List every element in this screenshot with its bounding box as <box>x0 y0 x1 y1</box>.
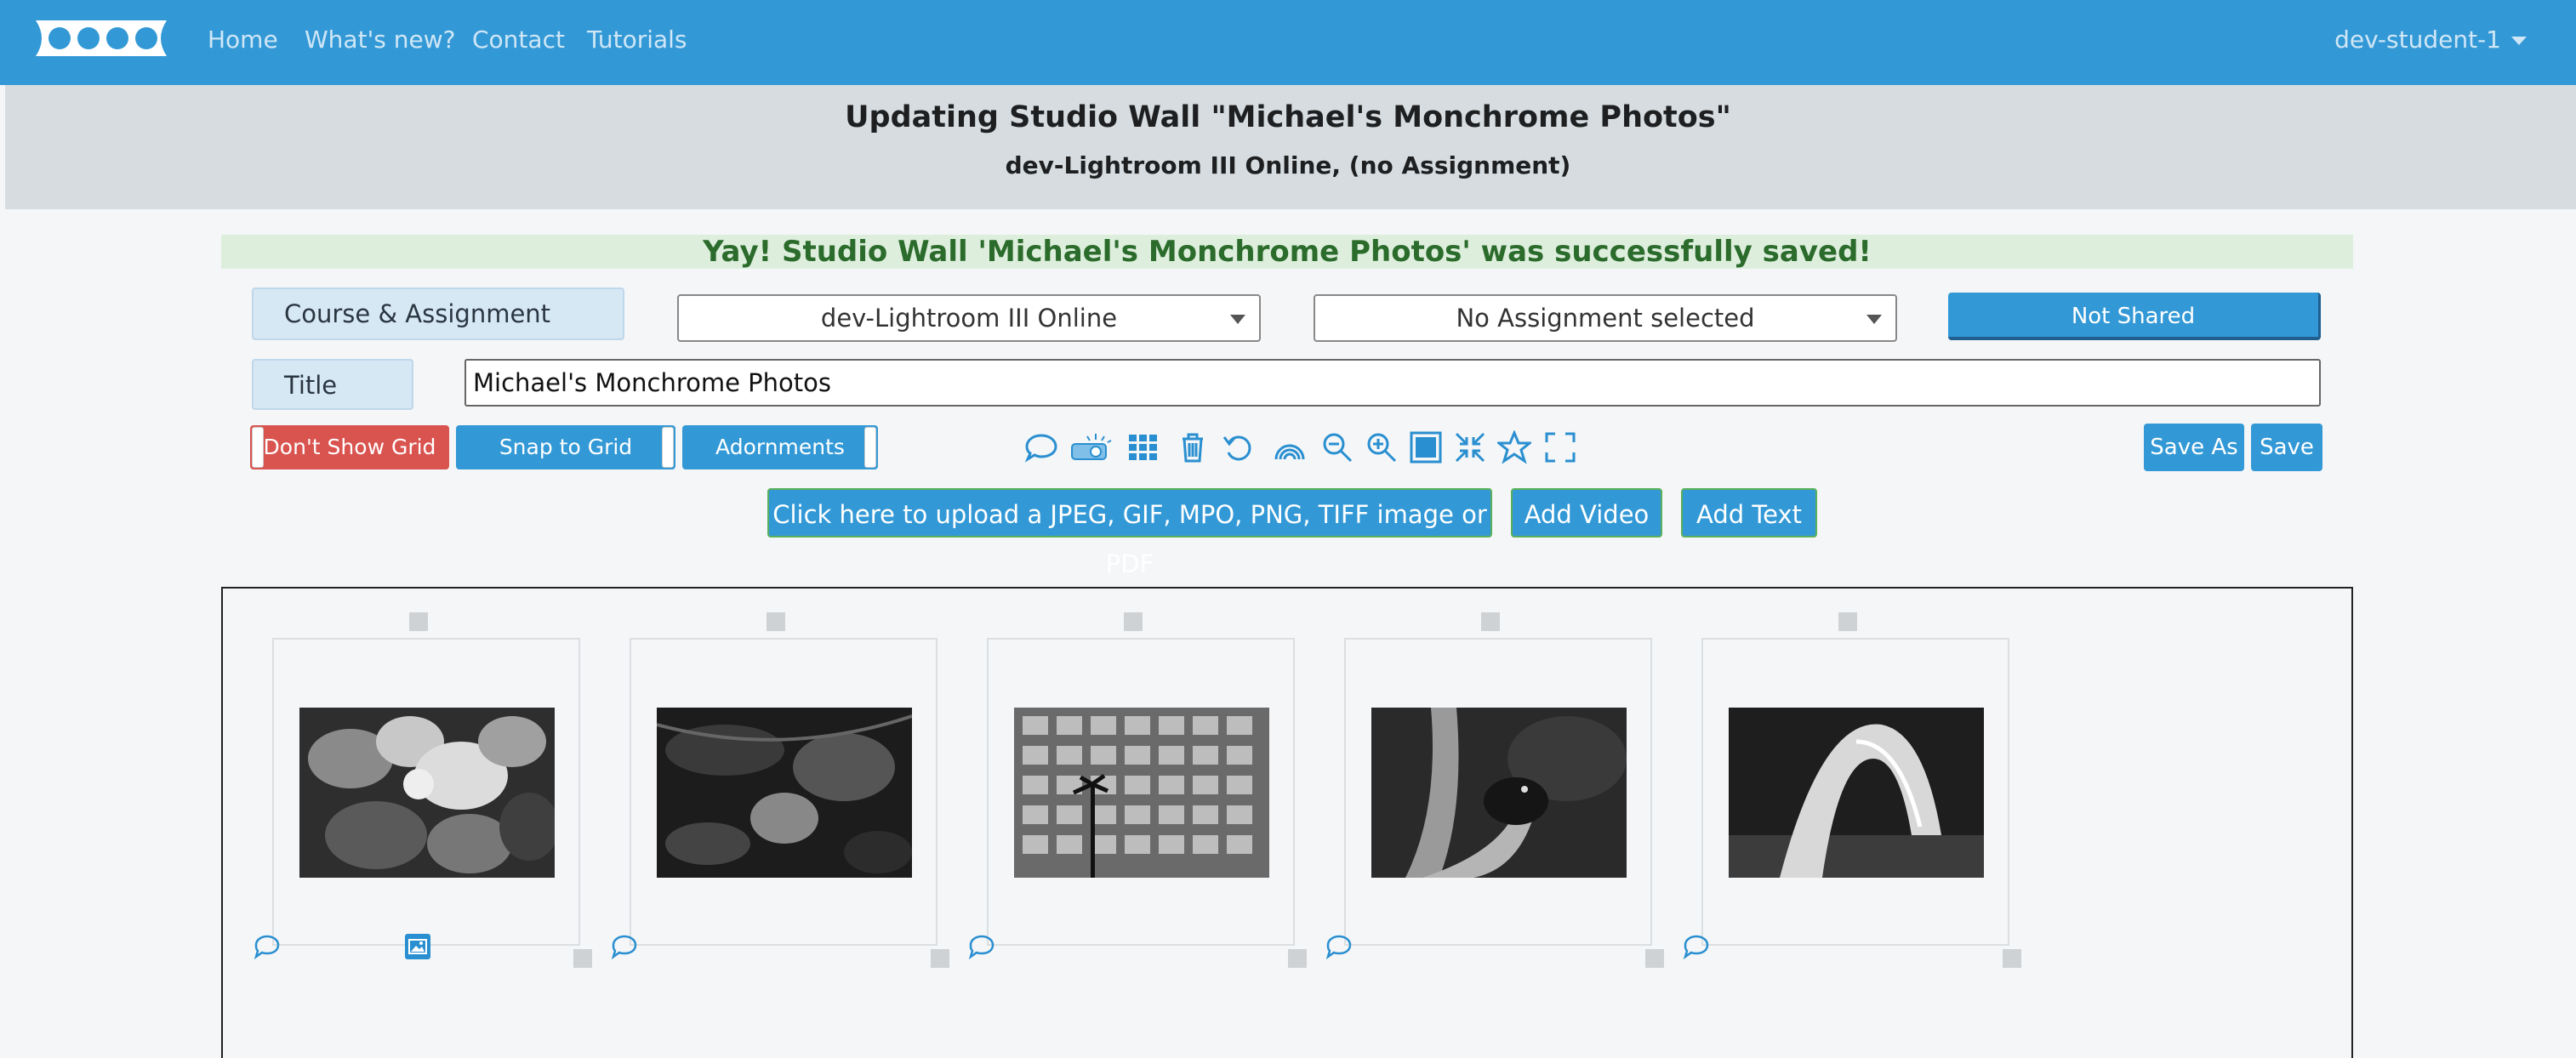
projector-icon[interactable] <box>1069 430 1113 464</box>
toggle-knob <box>662 427 674 468</box>
save-button[interactable]: Save <box>2251 424 2322 471</box>
assignment-select-value: No Assignment selected <box>1456 304 1755 333</box>
success-alert: Yay! Studio Wall 'Michael's Monchrome Ph… <box>221 235 2353 269</box>
rotate-handle[interactable] <box>767 612 785 631</box>
resize-handle[interactable] <box>1645 949 1664 968</box>
comment-icon[interactable] <box>1325 934 1353 960</box>
square-icon[interactable] <box>1409 430 1443 464</box>
resize-handle[interactable] <box>931 949 949 968</box>
zoom-out-icon[interactable] <box>1320 430 1354 464</box>
dont-show-grid-label: Don't Show Grid <box>263 435 436 459</box>
nav-contact[interactable]: Contact <box>472 26 565 54</box>
resize-handle[interactable] <box>2003 949 2021 968</box>
resize-handle[interactable] <box>573 949 592 968</box>
photo-fountain[interactable] <box>1729 708 1984 878</box>
rainbow-icon[interactable] <box>1273 430 1307 464</box>
course-assignment-label: Course & Assignment <box>252 287 624 340</box>
save-as-button[interactable]: Save As <box>2144 424 2244 471</box>
nav-home[interactable]: Home <box>208 26 278 54</box>
toggle-knob <box>252 427 264 468</box>
page-subtitle: dev-Lightroom III Online, (no Assignment… <box>1005 151 1571 179</box>
resize-handle[interactable] <box>1288 949 1307 968</box>
user-menu[interactable]: dev-student-1 <box>2334 26 2527 54</box>
not-shared-button[interactable]: Not Shared <box>1948 293 2321 340</box>
photo-foliage[interactable] <box>657 708 912 878</box>
title-label: Title <box>252 359 413 410</box>
chevron-down-icon <box>1866 315 1882 324</box>
nav-whats-new[interactable]: What's new? <box>305 26 456 54</box>
dont-show-grid-toggle[interactable]: Don't Show Grid <box>250 425 449 469</box>
fullscreen-icon[interactable] <box>1543 430 1577 464</box>
caret-down-icon <box>2511 37 2527 45</box>
snap-to-grid-label: Snap to Grid <box>499 435 633 459</box>
course-select[interactable]: dev-Lightroom III Online <box>677 294 1261 342</box>
rotate-handle[interactable] <box>409 612 428 631</box>
snap-to-grid-toggle[interactable]: Snap to Grid <box>456 425 675 469</box>
trash-icon[interactable] <box>1176 430 1210 464</box>
grid-icon[interactable] <box>1126 430 1160 464</box>
upload-image-button[interactable]: Click here to upload a JPEG, GIF, MPO, P… <box>767 488 1492 578</box>
compress-icon[interactable] <box>1453 430 1487 464</box>
logo[interactable] <box>27 15 174 61</box>
comment-icon[interactable] <box>611 934 638 960</box>
rotate-handle[interactable] <box>1124 612 1143 631</box>
chevron-down-icon <box>1230 315 1245 324</box>
course-select-value: dev-Lightroom III Online <box>820 304 1118 333</box>
navbar: Home What's new? Contact Tutorials dev-s… <box>0 0 2576 85</box>
photo-flowers[interactable] <box>299 708 555 878</box>
zoom-in-icon[interactable] <box>1365 430 1399 464</box>
nav-tutorials[interactable]: Tutorials <box>587 26 687 54</box>
toggle-knob <box>864 427 876 468</box>
page-title: Updating Studio Wall "Michael's Monchrom… <box>845 100 1731 134</box>
comment-icon[interactable] <box>1024 430 1058 464</box>
star-icon[interactable] <box>1495 429 1534 464</box>
rotate-handle[interactable] <box>1481 612 1500 631</box>
comment-icon[interactable] <box>254 934 281 960</box>
title-input[interactable]: Michael's Monchrome Photos <box>464 359 2321 407</box>
comment-icon[interactable] <box>1683 934 1710 960</box>
adornments-toggle[interactable]: Adornments <box>682 425 878 469</box>
photo-bird[interactable] <box>1371 708 1627 878</box>
comment-icon[interactable] <box>968 934 995 960</box>
user-name: dev-student-1 <box>2334 26 2501 54</box>
rotate-handle[interactable] <box>1838 612 1857 631</box>
image-icon[interactable] <box>405 934 430 959</box>
photo-building[interactable] <box>1014 708 1269 878</box>
adornments-label: Adornments <box>715 435 845 459</box>
undo-icon[interactable] <box>1222 430 1256 464</box>
add-text-button[interactable]: Add Text <box>1681 488 1817 538</box>
assignment-select[interactable]: No Assignment selected <box>1314 294 1897 342</box>
add-video-button[interactable]: Add Video <box>1511 488 1662 538</box>
